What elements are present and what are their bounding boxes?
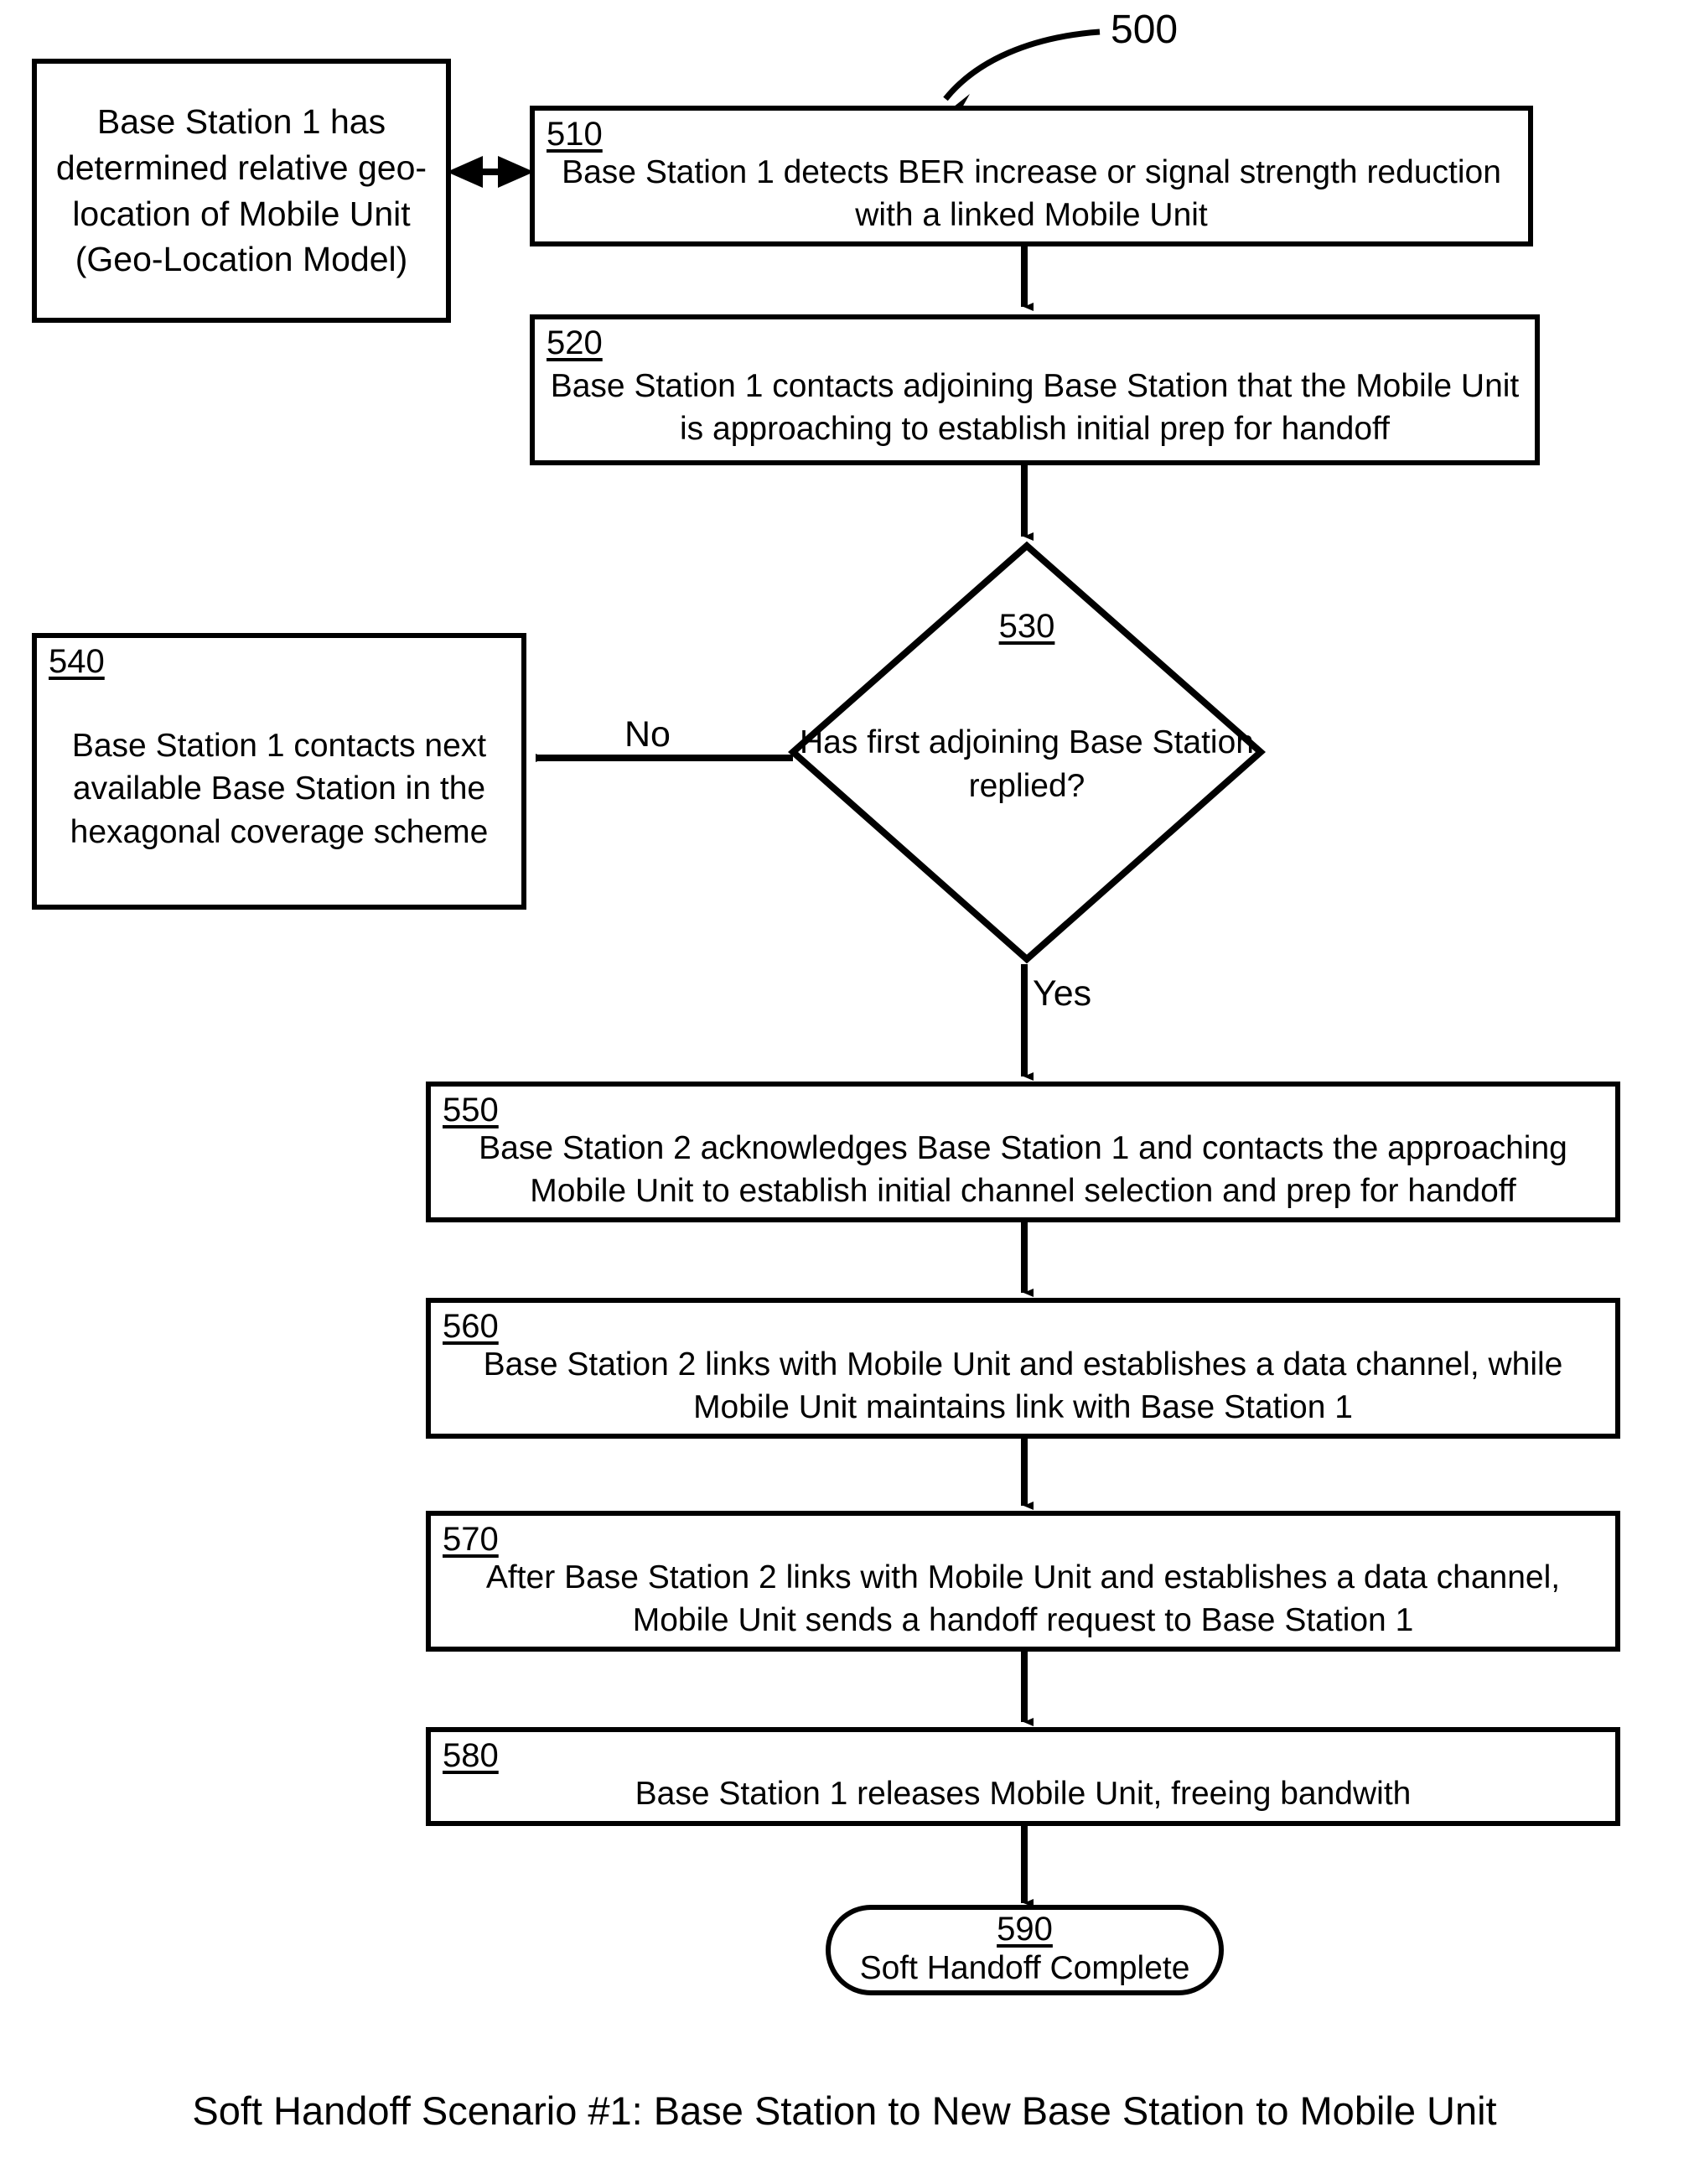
process-box-580-ref: 580 [443,1737,499,1774]
decision-diamond-530-ref: 530 [998,608,1055,645]
edge-label-yes: Yes [1033,973,1092,1014]
process-box-550-ref: 550 [443,1092,499,1128]
terminator-590-text: Soft Handoff Complete [859,1949,1190,1986]
process-box-510-ref: 510 [547,116,603,153]
process-box-550: 550 Base Station 2 acknowledges Base Sta… [426,1082,1620,1222]
edge-label-no: No [624,714,671,755]
geo-location-note-box: Base Station 1 has determined relative g… [32,59,451,323]
geo-location-note-text: Base Station 1 has determined relative g… [55,101,427,279]
process-box-570-ref: 570 [443,1521,499,1558]
process-box-580-text: Base Station 1 releases Mobile Unit, fre… [635,1776,1412,1813]
process-box-510-text: Base Station 1 detects BER increase or s… [562,154,1501,234]
decision-diamond-530: 530 Has first adjoining Base Station rep… [788,541,1266,964]
process-box-550-text: Base Station 2 acknowledges Base Station… [479,1130,1567,1210]
figure-reference-numeral: 500 [1111,8,1179,52]
terminator-590: 590 Soft Handoff Complete [826,1905,1224,1995]
process-box-570: 570 After Base Station 2 links with Mobi… [426,1511,1620,1652]
process-box-540-text: Base Station 1 contacts next available B… [70,727,489,850]
process-box-520-text: Base Station 1 contacts adjoining Base S… [550,367,1520,447]
figure-caption: Soft Handoff Scenario #1: Base Station t… [192,2088,1497,2133]
process-box-570-text: After Base Station 2 links with Mobile U… [485,1559,1561,1639]
process-box-540-ref: 540 [49,643,105,680]
decision-diamond-530-text: Has first adjoining Base Station replied… [800,724,1254,805]
process-box-580: 580 Base Station 1 releases Mobile Unit,… [426,1727,1620,1826]
figure-canvas: 500 Base Station 1 has determined relati… [0,0,1689,2184]
arrow-geonote-to-510 [447,156,534,188]
process-box-510: 510 Base Station 1 detects BER increase … [530,106,1533,246]
process-box-520-ref: 520 [547,324,603,361]
process-box-560: 560 Base Station 2 links with Mobile Uni… [426,1298,1620,1439]
process-box-520: 520 Base Station 1 contacts adjoining Ba… [530,314,1540,465]
process-box-560-text: Base Station 2 links with Mobile Unit an… [483,1346,1563,1426]
terminator-590-ref: 590 [997,1910,1053,1948]
process-box-560-ref: 560 [443,1308,499,1345]
process-box-540: 540 Base Station 1 contacts next availab… [32,633,526,910]
